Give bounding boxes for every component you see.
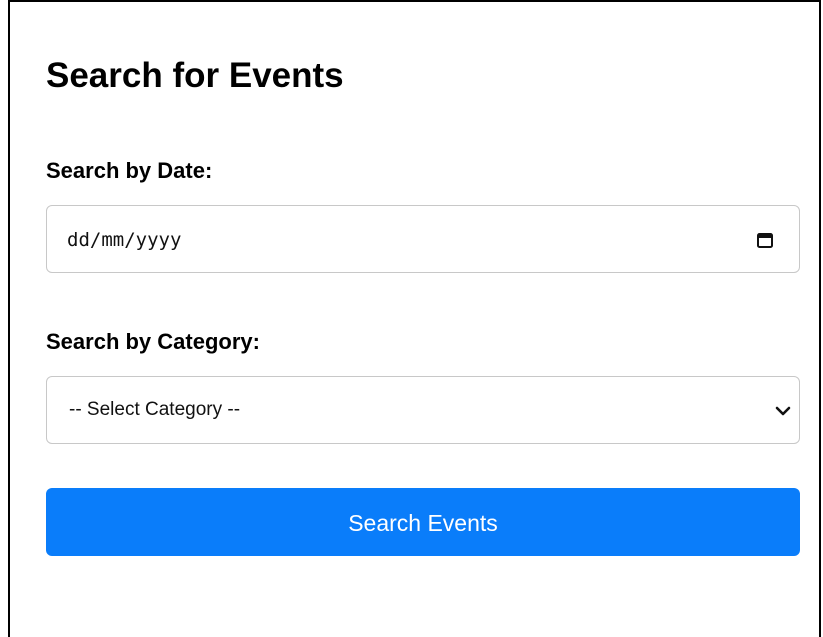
date-placeholder: dd/mm/yyyy [67, 229, 182, 251]
category-select[interactable]: -- Select Category -- [46, 376, 800, 444]
category-selected-value: -- Select Category -- [69, 399, 241, 420]
search-events-button[interactable]: Search Events [46, 488, 800, 556]
date-input[interactable]: dd/mm/yyyy [46, 205, 800, 273]
chevron-down-icon [775, 406, 791, 416]
form-title: Search for Events [46, 56, 344, 95]
category-label: Search by Category: [46, 329, 260, 354]
calendar-icon[interactable] [756, 231, 774, 249]
date-label: Search by Date: [46, 158, 213, 183]
